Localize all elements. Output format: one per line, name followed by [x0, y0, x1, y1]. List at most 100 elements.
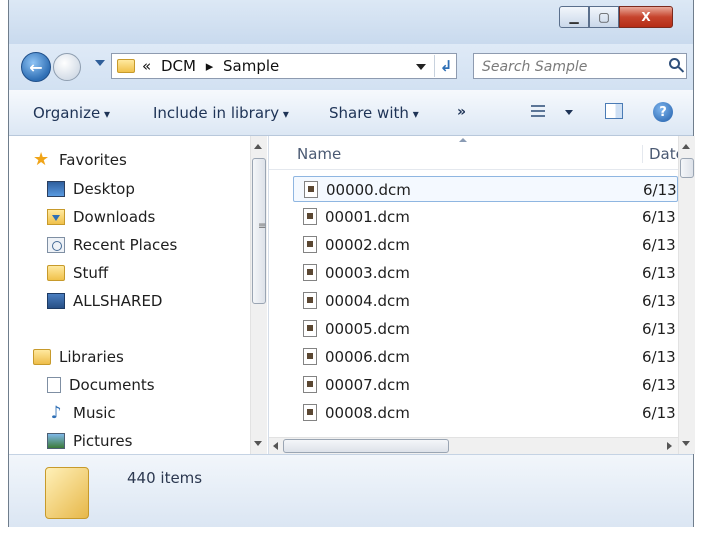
file-row[interactable]: 00001.dcm 6/13	[293, 204, 678, 230]
nav-item-label: Stuff	[73, 264, 109, 282]
scrollbar-thumb[interactable]	[283, 439, 449, 453]
breadcrumb-separator-icon[interactable]: ▸	[206, 57, 214, 75]
file-date: 6/13	[642, 236, 676, 254]
nav-item-downloads[interactable]: Downloads	[47, 205, 155, 229]
file-list-horizontal-scrollbar[interactable]	[269, 437, 678, 454]
explorer-window: ▁ ▢ X ← « DCM ▸ Sample ↲ Organize Includ…	[8, 0, 695, 527]
dicom-file-icon	[303, 376, 317, 393]
file-name: 00002.dcm	[325, 236, 410, 254]
scroll-down-arrow-icon[interactable]	[254, 441, 262, 446]
dicom-file-icon	[303, 404, 317, 421]
nav-item-label: Downloads	[73, 208, 156, 226]
file-name: 00005.dcm	[325, 320, 410, 338]
file-date: 6/13	[642, 320, 676, 338]
search-icon[interactable]	[669, 58, 680, 69]
folder-thumbnail-icon	[45, 467, 89, 519]
nav-favorites[interactable]: ★ Favorites	[33, 148, 127, 172]
file-row[interactable]: 00004.dcm 6/13	[293, 288, 678, 314]
address-field[interactable]: « DCM ▸ Sample ↲	[111, 53, 457, 79]
scrollbar-thumb[interactable]: ≡	[252, 158, 266, 304]
file-name: 00003.dcm	[325, 264, 410, 282]
back-button[interactable]: ←	[21, 52, 51, 82]
file-row[interactable]: 00007.dcm 6/13	[293, 372, 678, 398]
file-row[interactable]: 00003.dcm 6/13	[293, 260, 678, 286]
nav-item-label: Music	[73, 404, 116, 422]
file-row[interactable]: 00005.dcm 6/13	[293, 316, 678, 342]
nav-item-label: Desktop	[73, 180, 135, 198]
scroll-down-arrow-icon[interactable]	[682, 441, 690, 446]
dicom-file-icon	[303, 236, 317, 253]
nav-item-stuff[interactable]: Stuff	[47, 261, 108, 285]
navigation-pane: ★ Favorites Desktop Downloads Recent Pla…	[9, 136, 269, 454]
downloads-icon	[47, 209, 65, 225]
scrollbar-thumb[interactable]	[680, 158, 694, 178]
file-name: 00007.dcm	[325, 376, 410, 394]
desktop-icon	[47, 181, 65, 197]
file-name: 00000.dcm	[326, 181, 411, 199]
file-row[interactable]: 00002.dcm 6/13	[293, 232, 678, 258]
nav-item-music[interactable]: ♪ Music	[47, 401, 116, 425]
file-date: 6/13	[643, 181, 677, 199]
file-row[interactable]: 00000.dcm 6/13	[293, 176, 678, 202]
minimize-button[interactable]: ▁	[559, 6, 589, 28]
address-history-dropdown-icon[interactable]	[416, 64, 426, 70]
breadcrumb-item-dcm[interactable]: DCM	[161, 57, 196, 75]
content-area: ★ Favorites Desktop Downloads Recent Pla…	[9, 136, 695, 454]
nav-item-label: Pictures	[73, 432, 133, 450]
scroll-left-arrow-icon[interactable]	[273, 442, 278, 450]
preview-pane-icon[interactable]	[605, 103, 623, 119]
scroll-up-arrow-icon[interactable]	[682, 144, 690, 149]
address-bar-row: ← « DCM ▸ Sample ↲	[9, 44, 693, 90]
close-button[interactable]: X	[619, 6, 673, 28]
nav-item-documents[interactable]: Documents	[47, 373, 155, 397]
more-commands-button[interactable]: »	[457, 104, 466, 120]
forward-button[interactable]	[53, 53, 81, 81]
dicom-file-icon	[303, 264, 317, 281]
file-date: 6/13	[642, 208, 676, 226]
file-row[interactable]: 00006.dcm 6/13	[293, 344, 678, 370]
file-name: 00008.dcm	[325, 404, 410, 422]
nav-item-allshared[interactable]: ALLSHARED	[47, 289, 163, 313]
change-view-icon[interactable]	[531, 105, 545, 117]
file-name: 00001.dcm	[325, 208, 410, 226]
breadcrumb-item-sample[interactable]: Sample	[223, 57, 279, 75]
search-input[interactable]	[480, 56, 664, 78]
breadcrumb-overflow-button[interactable]: «	[142, 57, 151, 75]
organize-menu[interactable]: Organize	[33, 104, 110, 122]
network-drive-icon	[47, 293, 65, 309]
navigation-scrollbar[interactable]: ≡	[250, 136, 267, 454]
file-list: Name Date 00000.dcm 6/13 00001.dcm 6/13 …	[269, 136, 695, 454]
view-options-dropdown-icon[interactable]	[565, 110, 573, 115]
folder-icon	[47, 265, 65, 281]
maximize-button[interactable]: ▢	[589, 6, 619, 28]
scroll-right-arrow-icon[interactable]	[667, 442, 672, 450]
command-bar: Organize Include in library Share with »…	[9, 90, 693, 136]
dicom-file-icon	[303, 348, 317, 365]
column-header-name[interactable]: Name	[297, 145, 341, 163]
details-pane: 440 items	[9, 454, 693, 527]
scroll-up-arrow-icon[interactable]	[254, 144, 262, 149]
file-date: 6/13	[642, 376, 676, 394]
nav-item-recent-places[interactable]: Recent Places	[47, 233, 177, 257]
share-with-menu[interactable]: Share with	[329, 104, 419, 122]
nav-item-label: Documents	[69, 376, 155, 394]
nav-libraries[interactable]: Libraries	[33, 345, 124, 369]
libraries-icon	[33, 349, 51, 365]
refresh-icon[interactable]: ↲	[434, 55, 457, 77]
nav-item-desktop[interactable]: Desktop	[47, 177, 135, 201]
recent-pages-dropdown-icon[interactable]	[95, 60, 105, 66]
nav-item-label: Favorites	[59, 151, 127, 169]
breadcrumb: « DCM ▸ Sample	[142, 57, 284, 75]
back-arrow-icon: ←	[29, 57, 43, 77]
file-list-vertical-scrollbar[interactable]	[678, 136, 695, 454]
folder-icon	[117, 59, 135, 73]
nav-item-pictures[interactable]: Pictures	[47, 429, 132, 453]
include-in-library-menu[interactable]: Include in library	[153, 104, 289, 122]
file-name: 00004.dcm	[325, 292, 410, 310]
nav-item-label: ALLSHARED	[73, 292, 163, 310]
music-icon: ♪	[50, 403, 62, 423]
nav-item-label: Libraries	[59, 348, 124, 366]
help-icon[interactable]: ?	[653, 102, 673, 122]
documents-icon	[47, 377, 61, 393]
file-row[interactable]: 00008.dcm 6/13	[293, 400, 678, 426]
